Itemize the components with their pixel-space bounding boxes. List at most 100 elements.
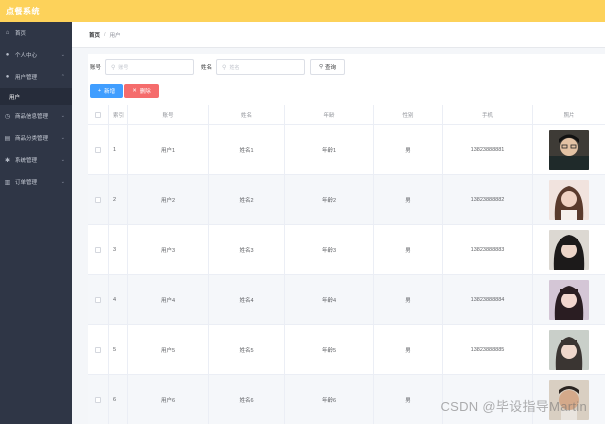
table-row[interactable]: 2 用户2 姓名2 年龄2 男 13823888882 (88, 175, 605, 225)
row-checkbox[interactable] (95, 396, 101, 403)
home-icon: ⌂ (5, 30, 10, 36)
user-photo[interactable] (549, 229, 589, 270)
row-phone: 13823888881 (443, 125, 533, 174)
row-gender: 男 (374, 225, 443, 274)
chevron-down-icon: ⌄ (60, 52, 65, 58)
row-checkbox[interactable] (95, 246, 101, 253)
header-name: 姓名 (209, 105, 285, 124)
row-gender: 男 (374, 275, 443, 324)
row-gender: 男 (374, 325, 443, 374)
document-icon: ▤ (4, 135, 11, 142)
search-icon: ⚲ (319, 64, 324, 70)
row-age: 年龄5 (285, 325, 374, 374)
row-name: 姓名2 (209, 175, 285, 224)
breadcrumb-home[interactable]: 首页 (89, 31, 100, 39)
sidebar-item-profile[interactable]: ● 个人中心 ⌄ (0, 44, 72, 66)
account-placeholder: 账号 (118, 64, 129, 71)
breadcrumb-current: 用户 (109, 32, 121, 39)
search-icon: ⚲ (111, 64, 116, 71)
row-account: 用户1 (128, 125, 209, 174)
sidebar-item-user-management[interactable]: ● 用户管理 ⌃ (0, 66, 72, 88)
gear-icon: ✱ (4, 157, 11, 164)
search-button[interactable]: ⚲ 查询 (310, 59, 346, 75)
watermark: CSDN @毕设指导Martin (440, 399, 587, 414)
table-row[interactable]: 1 用户1 姓名1 年龄1 男 13823888881 (88, 125, 605, 175)
row-phone: 13823888882 (443, 175, 533, 224)
sidebar-item-label: 个人中心 (15, 53, 38, 59)
row-checkbox[interactable] (95, 146, 101, 153)
row-gender: 男 (374, 175, 443, 224)
sidebar-item-label: 首页 (15, 31, 27, 37)
chevron-up-icon: ⌃ (60, 74, 65, 80)
row-index: 4 (109, 275, 128, 324)
top-bar: 点餐系统 (0, 0, 605, 22)
row-photo-cell (533, 275, 605, 324)
row-index: 5 (109, 325, 128, 374)
user-photo[interactable] (549, 179, 589, 220)
user-photo[interactable] (549, 329, 589, 370)
sidebar-item-product-info[interactable]: ◷ 商品信息管理 ⌄ (0, 105, 72, 127)
row-index: 1 (109, 125, 128, 174)
table-row[interactable]: 4 用户4 姓名4 年龄4 男 13823888884 (88, 275, 605, 325)
sidebar-item-label: 订单管理 (15, 180, 38, 186)
row-age: 年龄1 (285, 125, 374, 174)
name-placeholder: 姓名 (229, 64, 240, 71)
row-select-cell (88, 225, 109, 274)
app-title: 点餐系统 (6, 7, 40, 16)
chevron-down-icon: ⌄ (60, 179, 65, 185)
row-age: 年龄4 (285, 275, 374, 324)
sidebar-subitem-label: 用户 (9, 94, 21, 101)
delete-button[interactable]: ✕ 删除 (124, 84, 159, 98)
sidebar-item-label: 商品分类管理 (15, 136, 49, 142)
sidebar-item-label: 商品信息管理 (15, 114, 49, 120)
name-search-input[interactable]: ⚲ 姓名 (216, 59, 306, 75)
row-select-cell (88, 125, 109, 174)
user-photo[interactable] (549, 129, 589, 170)
breadcrumb-separator: / (104, 31, 106, 38)
trash-icon: ✕ (132, 88, 137, 94)
row-checkbox[interactable] (95, 346, 101, 353)
main-content: 首页 / 用户 账号 ⚲ 账号 姓名 ⚲ 姓名 ⚲ 查询 + 新增 ✕ 删除 索… (72, 22, 605, 424)
row-checkbox[interactable] (95, 296, 101, 303)
row-name: 姓名6 (209, 375, 285, 424)
sidebar-item-system[interactable]: ✱ 系统管理 ⌄ (0, 149, 72, 171)
chevron-down-icon: ⌄ (60, 113, 65, 119)
sidebar-item-orders[interactable]: ▥ 订单管理 ⌄ (0, 171, 72, 193)
row-gender: 男 (374, 375, 443, 424)
clock-icon: ◷ (4, 113, 11, 120)
add-button[interactable]: + 新增 (90, 84, 123, 98)
table-header-row: 索引 账号 姓名 年龄 性别 手机 照片 (88, 105, 605, 125)
table-row[interactable]: 5 用户5 姓名5 年龄5 男 13823888885 (88, 325, 605, 375)
search-form: 账号 ⚲ 账号 姓名 ⚲ 姓名 ⚲ 查询 (88, 54, 346, 80)
row-index: 2 (109, 175, 128, 224)
row-age: 年龄6 (285, 375, 374, 424)
row-account: 用户6 (128, 375, 209, 424)
chart-icon: ▥ (4, 179, 11, 186)
select-all-checkbox[interactable] (95, 111, 101, 118)
user-photo[interactable] (549, 279, 589, 320)
header-gender: 性别 (374, 105, 443, 124)
row-phone: 13823888884 (443, 275, 533, 324)
row-name: 姓名4 (209, 275, 285, 324)
row-select-cell (88, 175, 109, 224)
row-account: 用户3 (128, 225, 209, 274)
table-row[interactable]: 3 用户3 姓名3 年龄3 男 13823888883 (88, 225, 605, 275)
sidebar-item-label: 用户管理 (15, 75, 38, 81)
header-account: 账号 (128, 105, 209, 124)
row-select-cell (88, 375, 109, 424)
header-photo: 照片 (563, 112, 575, 119)
row-checkbox[interactable] (95, 196, 101, 203)
sidebar: ⌂ 首页 ● 个人中心 ⌄ ● 用户管理 ⌃ 用户 ◷ 商品信息管理 ⌄ ▤ 商… (0, 22, 72, 424)
plus-icon: + (97, 88, 102, 94)
name-label: 姓名 (201, 65, 213, 71)
row-phone: 13823888883 (443, 225, 533, 274)
sidebar-item-product-category[interactable]: ▤ 商品分类管理 ⌄ (0, 127, 72, 149)
row-name: 姓名5 (209, 325, 285, 374)
account-search-input[interactable]: ⚲ 账号 (105, 59, 195, 75)
sidebar-item-home[interactable]: ⌂ 首页 (0, 22, 72, 44)
sidebar-subitem-users[interactable]: 用户 (0, 88, 72, 105)
row-account: 用户2 (128, 175, 209, 224)
header-index: 索引 (109, 105, 128, 124)
delete-button-label: 删除 (139, 89, 151, 95)
row-photo-cell (533, 175, 605, 224)
